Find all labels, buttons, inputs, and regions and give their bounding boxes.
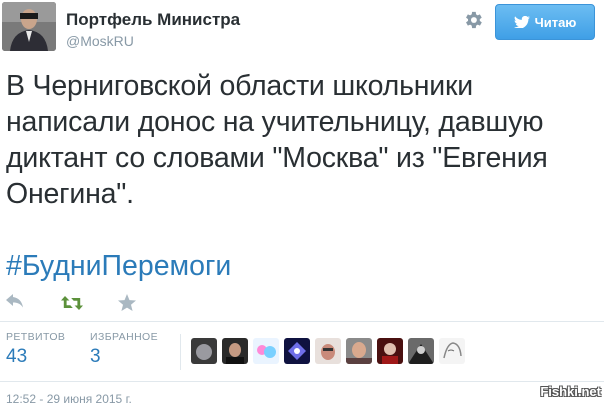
bird-icon bbox=[513, 15, 530, 29]
author-handle[interactable]: @MoskRU bbox=[66, 33, 134, 49]
follow-button-label: Читаю bbox=[534, 14, 577, 30]
favoriter-avatar[interactable] bbox=[408, 338, 434, 364]
tweet-stats: РЕТВИТОВ 43 ИЗБРАННОЕ 3 bbox=[0, 328, 604, 376]
tweet-actions bbox=[0, 288, 604, 322]
gear-icon[interactable] bbox=[462, 9, 484, 31]
follow-button[interactable]: Читаю bbox=[495, 4, 595, 40]
favorites-count: 3 bbox=[90, 346, 101, 367]
retweets-label: РЕТВИТОВ bbox=[6, 331, 66, 343]
footer-divider bbox=[0, 381, 604, 382]
retweets-stat[interactable]: РЕТВИТОВ 43 bbox=[6, 331, 65, 368]
favorites-label: ИЗБРАННОЕ bbox=[90, 331, 159, 343]
tweet-timestamp[interactable]: 12:52 - 29 июня 2015 г. bbox=[6, 392, 132, 406]
favoriters-avatars bbox=[191, 338, 465, 366]
stats-divider bbox=[180, 334, 181, 370]
favorites-stat[interactable]: ИЗБРАННОЕ 3 bbox=[90, 331, 158, 368]
favoriter-avatar[interactable] bbox=[253, 338, 279, 364]
reply-icon[interactable] bbox=[5, 294, 25, 312]
retweet-icon[interactable] bbox=[61, 294, 83, 312]
avatar[interactable] bbox=[2, 2, 56, 51]
favoriter-avatar[interactable] bbox=[315, 338, 341, 364]
favoriter-avatar[interactable] bbox=[346, 338, 372, 364]
tweet-text: В Черниговской области школьники написал… bbox=[6, 70, 548, 210]
favoriter-avatar[interactable] bbox=[191, 338, 217, 364]
tweet-header: Портфель Министра @MoskRU Читаю bbox=[0, 0, 604, 56]
favoriter-avatar[interactable] bbox=[284, 338, 310, 364]
retweets-count: 43 bbox=[6, 346, 28, 367]
hashtag-link[interactable]: #БудниПеремоги bbox=[6, 250, 231, 283]
watermark: Fishki.net bbox=[540, 384, 601, 399]
favoriter-avatar[interactable] bbox=[222, 338, 248, 364]
favoriter-avatar[interactable] bbox=[377, 338, 403, 364]
author-name[interactable]: Портфель Министра bbox=[66, 10, 240, 30]
favorite-icon[interactable] bbox=[117, 294, 137, 312]
favoriter-avatar[interactable] bbox=[439, 338, 465, 364]
